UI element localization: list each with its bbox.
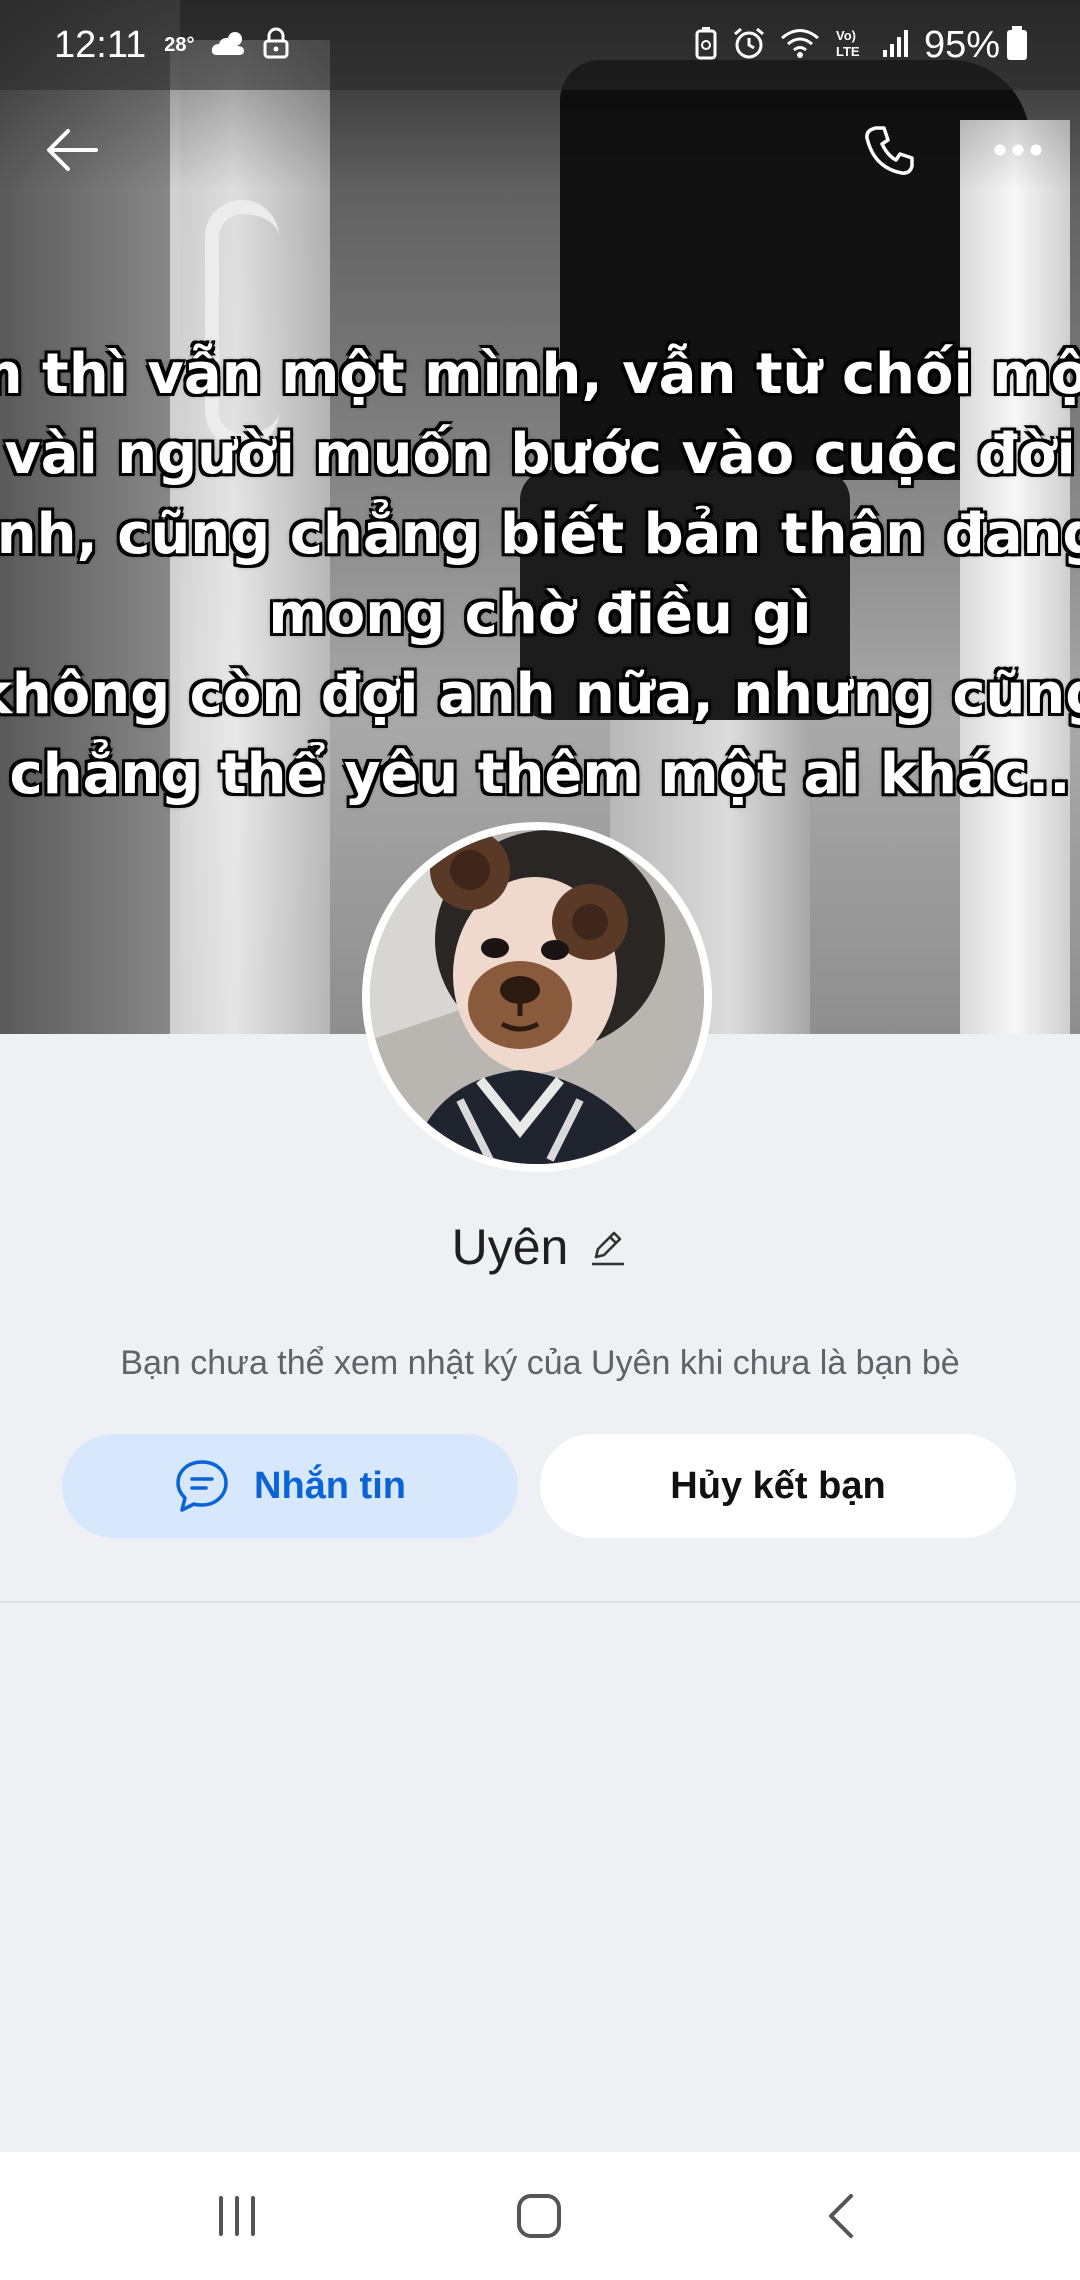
battery-saver-icon: [694, 26, 718, 65]
status-temperature: 28°: [164, 33, 195, 56]
unfriend-button-label: Hủy kết bạn: [670, 1464, 886, 1507]
profile-name: Uyên: [451, 1219, 569, 1275]
volte-icon: Vo) LTE: [834, 26, 868, 65]
cover-caption: m thì vẫn một mình, vẫn từ chối một vài …: [0, 335, 1080, 815]
unfriend-button[interactable]: Hủy kết bạn: [540, 1434, 1016, 1538]
profile-name-row: Uyên: [0, 1215, 1080, 1279]
more-horizontal-icon: [994, 144, 1042, 156]
avatar-photo: [370, 830, 704, 1164]
section-divider: [0, 1601, 1080, 1603]
status-time: 12:11: [54, 23, 147, 66]
cloud-sun-icon: [209, 29, 249, 62]
message-button-label: Nhắn tin: [254, 1464, 406, 1507]
alarm-icon: [732, 26, 766, 65]
cover-caption-line: chẳng thể yêu thêm một ai khác..: [9, 742, 1071, 807]
call-button[interactable]: [850, 110, 930, 190]
more-options-button[interactable]: [978, 110, 1058, 190]
arrow-left-icon: [47, 129, 98, 171]
cover-caption-line: mong chờ điều gì: [268, 582, 812, 647]
back-button[interactable]: [32, 110, 112, 190]
home-button[interactable]: [479, 2176, 599, 2256]
svg-text:Vo): Vo): [836, 28, 856, 43]
wifi-icon: [780, 27, 820, 64]
cover-caption-line: ình, cũng chẳng biết bản thân đang: [0, 502, 1080, 567]
phone-icon: [865, 126, 914, 175]
back-icon: [829, 2194, 853, 2238]
pencil-icon: [592, 1231, 625, 1266]
chat-bubble-icon: [176, 1460, 228, 1512]
status-battery-percent: 95%: [923, 23, 1000, 66]
message-button[interactable]: Nhắn tin: [62, 1434, 518, 1538]
signal-icon: [882, 28, 912, 63]
top-nav: [0, 110, 1080, 190]
system-back-button[interactable]: [781, 2176, 901, 2256]
battery-icon: [1006, 25, 1028, 66]
cover-caption-line: m thì vẫn một mình, vẫn từ chối một: [0, 342, 1080, 407]
lock-icon: [263, 27, 289, 64]
cover-caption-line: vài người muốn bước vào cuộc đời: [4, 422, 1076, 487]
status-bar: 12:11 28° Vo) LTE 95%: [0, 0, 1080, 90]
edit-nickname-button[interactable]: [588, 1227, 628, 1267]
home-icon: [517, 2194, 561, 2238]
system-navigation-bar: [0, 2152, 1080, 2280]
recent-apps-icon: [219, 2196, 255, 2236]
avatar[interactable]: [362, 822, 712, 1172]
recent-apps-button[interactable]: [177, 2176, 297, 2256]
diary-restriction-note: Bạn chưa thể xem nhật ký của Uyên khi ch…: [120, 1344, 960, 1382]
cover-caption-line: không còn đợi anh nữa, nhưng cũng: [0, 662, 1080, 727]
svg-text:LTE: LTE: [836, 44, 860, 59]
